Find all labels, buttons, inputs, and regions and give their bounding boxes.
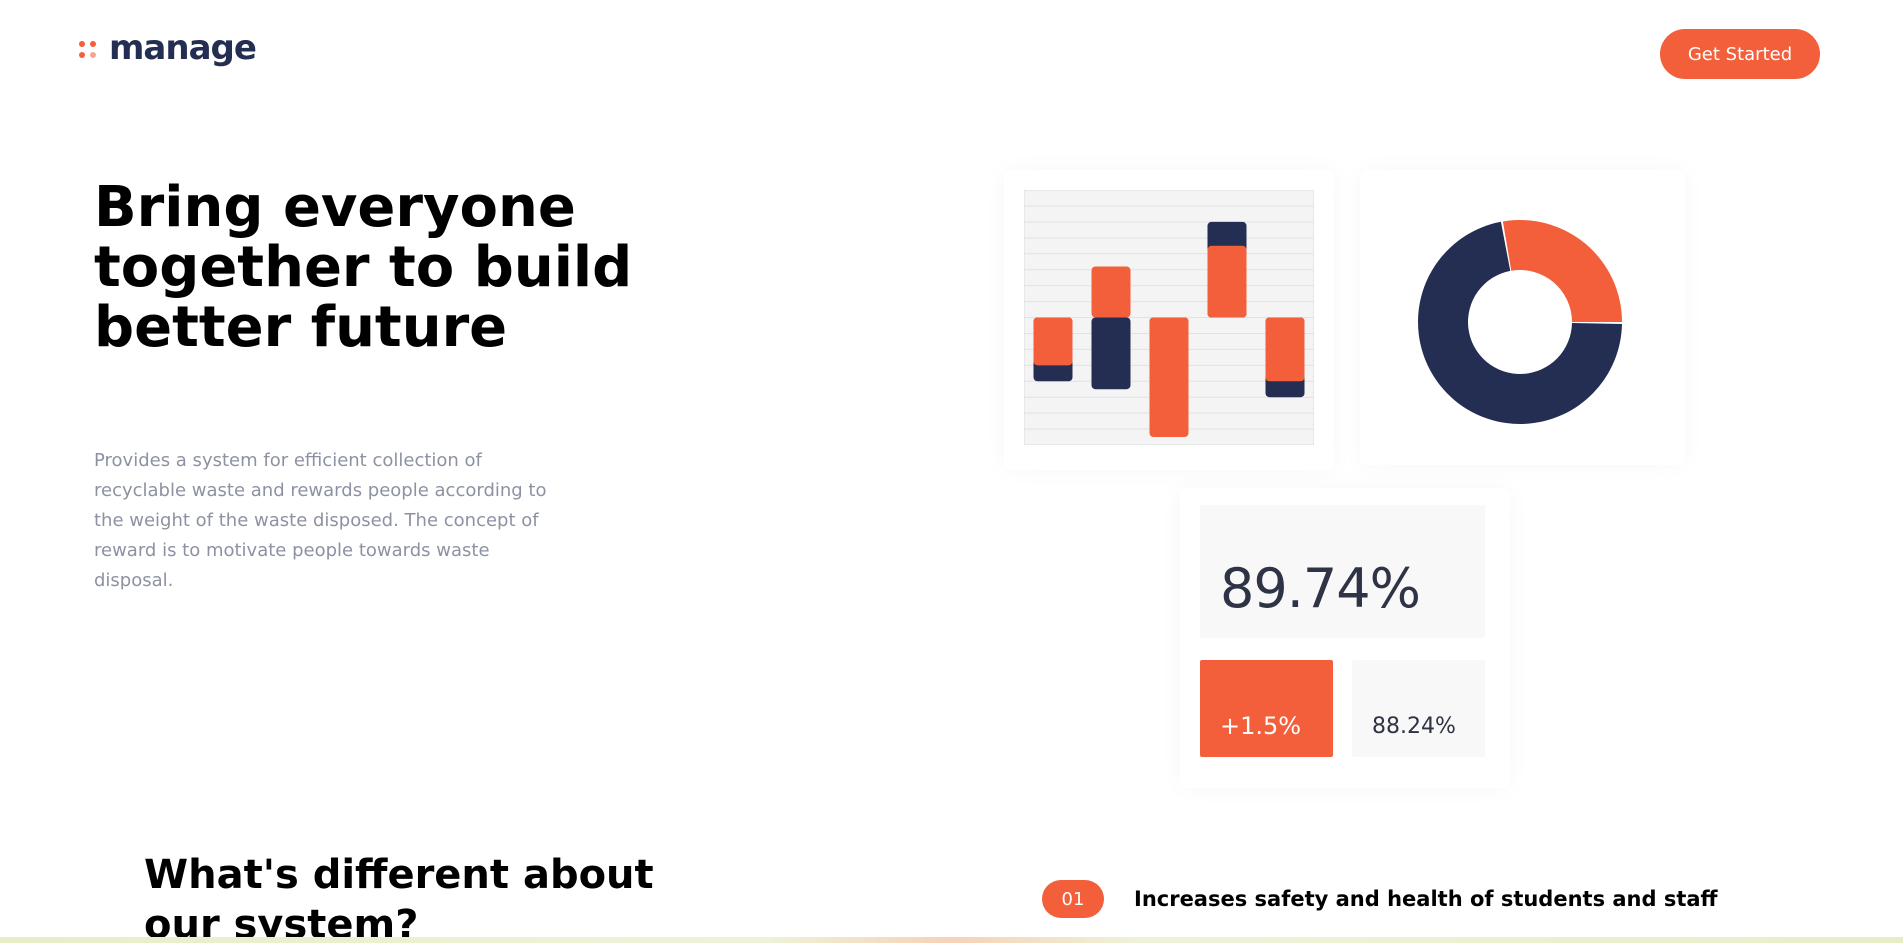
main-stat-tile: 89.74% xyxy=(1200,505,1485,638)
logo[interactable]: manage xyxy=(79,28,257,68)
feature-text: Increases safety and health of students … xyxy=(1134,887,1718,911)
feature-number-badge: 01 xyxy=(1042,880,1104,918)
hero-title: Bring everyone together to build better … xyxy=(94,175,633,360)
main-stat-value: 89.74% xyxy=(1220,557,1421,620)
hero-description: Provides a system for efficient collecti… xyxy=(94,450,547,591)
donut-chart xyxy=(1418,220,1622,424)
bar-chart xyxy=(1024,190,1314,445)
bar-accent-1 xyxy=(1033,317,1073,366)
get-started-button[interactable]: Get Started xyxy=(1660,29,1820,79)
four-dots-icon xyxy=(79,37,101,59)
secondary-stat-tile: 88.24% xyxy=(1352,660,1485,757)
logo-text: manage xyxy=(109,28,257,68)
bar-accent-3 xyxy=(1149,317,1189,438)
change-stat-value: +1.5% xyxy=(1220,712,1302,740)
change-stat-tile: +1.5% xyxy=(1200,660,1333,757)
bar-accent-2 xyxy=(1091,266,1131,318)
bottom-strip xyxy=(0,937,1903,943)
donut-slice-0 xyxy=(1502,220,1622,322)
bar-dark-2 xyxy=(1091,317,1131,390)
bar-accent-5 xyxy=(1265,317,1305,382)
feature-item: 01 Increases safety and health of studen… xyxy=(1042,880,1718,918)
landing-page: manage Get Started Bring everyone togeth… xyxy=(0,0,1903,943)
secondary-stat-value: 88.24% xyxy=(1372,714,1456,739)
bar-accent-4 xyxy=(1207,245,1247,318)
section-title: What's different about our system? xyxy=(144,852,654,943)
